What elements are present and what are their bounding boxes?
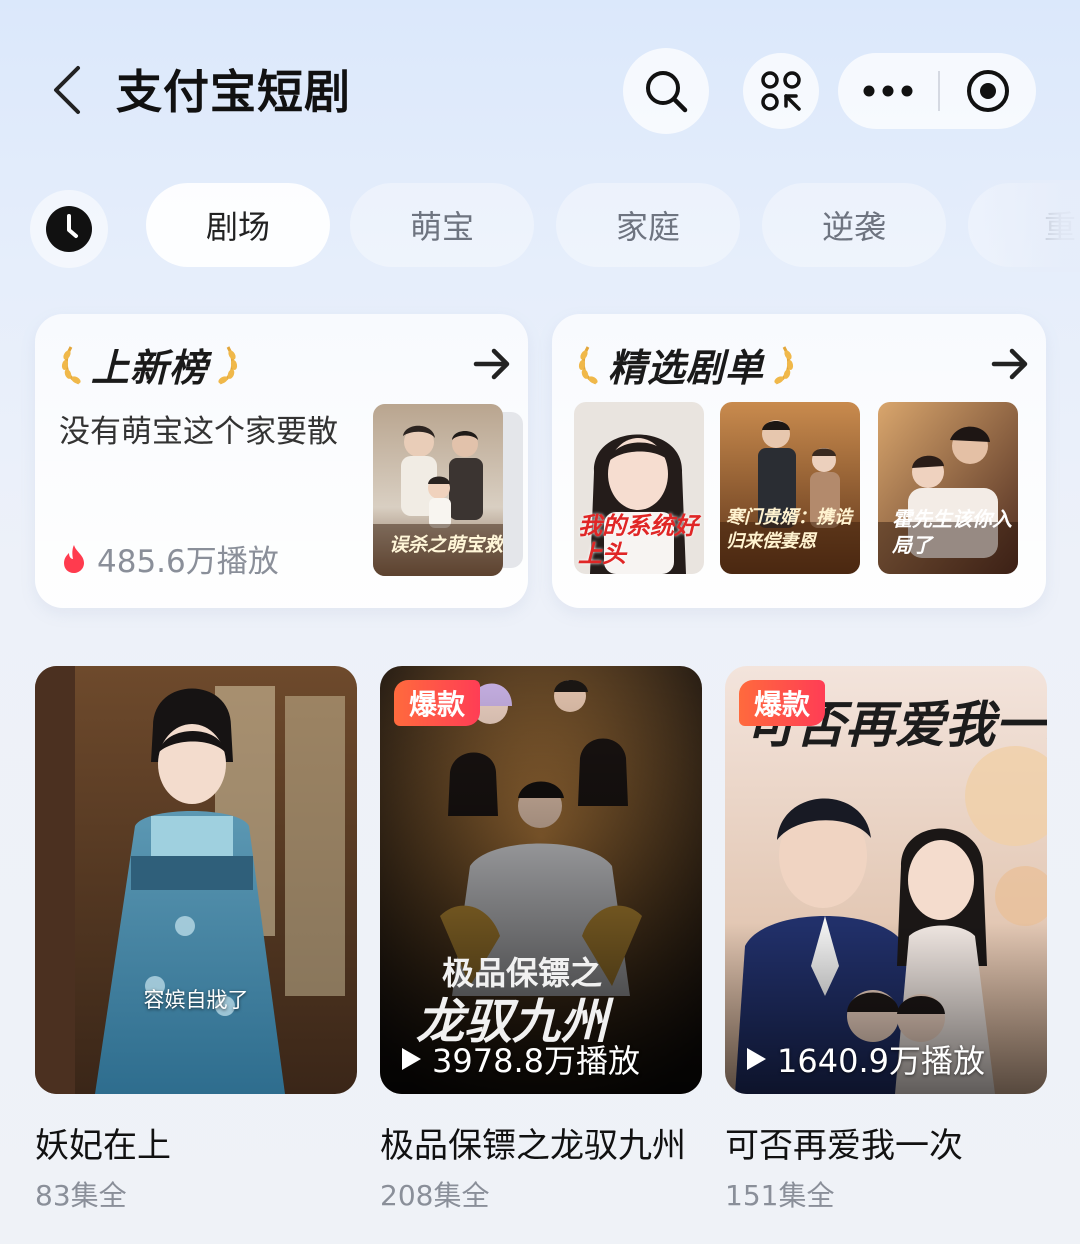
search-icon: [646, 71, 688, 113]
search-button[interactable]: [623, 48, 709, 134]
poster-title-art: 寒门贵婿：携诰归来偿妻恩: [726, 507, 852, 552]
poster-title-art: 我的系统好上头: [578, 512, 698, 568]
page-title: 支付宝短剧: [116, 65, 351, 119]
episode-count: 83集全: [35, 1179, 127, 1212]
featured-poster-stack[interactable]: 误杀之萌宝救星: [373, 404, 523, 576]
laurel-right-icon: [774, 346, 794, 385]
drama-poster: 极品保镖之 龙驭九州 爆款 3978.8万播放: [380, 666, 702, 1094]
history-button[interactable]: [30, 190, 108, 268]
mini-program-grid-icon: [761, 71, 801, 111]
poster-subtitle: 容嫔自戕了: [143, 988, 249, 1012]
drama-title: 可否再爱我一次: [725, 1126, 963, 1166]
poster-play-count: 3978.8万播放: [400, 1036, 640, 1082]
clock-icon: [46, 206, 92, 252]
tab-family[interactable]: 家庭: [556, 183, 740, 267]
drama-poster: 容嫔自戕了: [35, 666, 357, 1094]
poster-title-art: 极品保镖之: [442, 954, 602, 992]
tab-comeback[interactable]: 逆袭: [762, 183, 946, 267]
featured-show-title: 没有萌宝这个家要散: [59, 414, 338, 450]
tab-theater[interactable]: 剧场: [146, 183, 330, 267]
drama-title: 极品保镖之龙驭九州: [380, 1126, 686, 1166]
laurel-right-icon: [218, 346, 238, 385]
poster-play-count-text: 3978.8万播放: [432, 1042, 640, 1080]
chevron-left-icon: [54, 66, 80, 114]
laurel-left-icon: [61, 346, 81, 385]
category-tabs: 剧场 萌宝 家庭 逆袭 重: [0, 180, 1080, 272]
tab-cute-baby[interactable]: 萌宝: [350, 183, 534, 267]
target-icon: [967, 70, 1009, 112]
poster-play-count: 1640.9万播放: [745, 1036, 985, 1082]
hot-badge: 爆款: [739, 680, 825, 726]
drama-title: 妖妃在上: [35, 1126, 171, 1166]
curated-poster-1[interactable]: 我的系统好上头: [574, 402, 704, 574]
arrow-right-icon[interactable]: [470, 342, 514, 386]
curated-lists-card[interactable]: 精选剧单 我的系统好上头 寒门贵婿：携诰归来偿妻恩 霍先生该你入局了: [552, 314, 1046, 608]
laurel-left-icon: [578, 346, 598, 385]
curated-poster-3[interactable]: 霍先生该你入局了: [878, 402, 1018, 574]
mini-program-button[interactable]: [743, 53, 819, 129]
card-title: 上新榜: [91, 345, 209, 390]
arrow-right-icon[interactable]: [988, 342, 1032, 386]
curated-poster-2[interactable]: 寒门贵婿：携诰归来偿妻恩: [720, 402, 860, 574]
play-count: 485.6万播放: [61, 536, 279, 581]
poster-title-art: 误杀之萌宝救星: [389, 534, 503, 556]
card-title: 精选剧单: [608, 345, 765, 390]
featured-poster: 误杀之萌宝救星: [373, 404, 503, 576]
new-releases-card[interactable]: 上新榜 没有萌宝这个家要散 485.6万播放 误杀之萌宝救: [35, 314, 528, 608]
hot-badge: 爆款: [394, 680, 480, 726]
top-bar: 支付宝短剧: [0, 0, 1080, 180]
episode-count: 151集全: [725, 1179, 835, 1212]
episode-count: 208集全: [380, 1179, 490, 1212]
play-icon: [402, 1048, 421, 1070]
card-header: 上新榜: [59, 336, 240, 392]
close-miniprogram-button[interactable]: [940, 53, 1036, 129]
more-button[interactable]: [838, 53, 938, 129]
card-header: 精选剧单: [576, 336, 796, 392]
play-icon: [747, 1048, 766, 1070]
back-button[interactable]: [40, 60, 100, 120]
poster-play-count-text: 1640.9万播放: [777, 1042, 985, 1080]
fire-icon: [64, 544, 84, 573]
poster-title-art: 霍先生该你入局了: [892, 507, 1012, 557]
more-dots-icon: [863, 85, 913, 97]
play-count-text: 485.6万播放: [97, 544, 279, 580]
tab-rebirth[interactable]: 重: [968, 183, 1080, 267]
capsule-menu: [838, 53, 1036, 129]
drama-poster: 可否再爱我一次 爆款 1640.9万播放: [725, 666, 1047, 1094]
